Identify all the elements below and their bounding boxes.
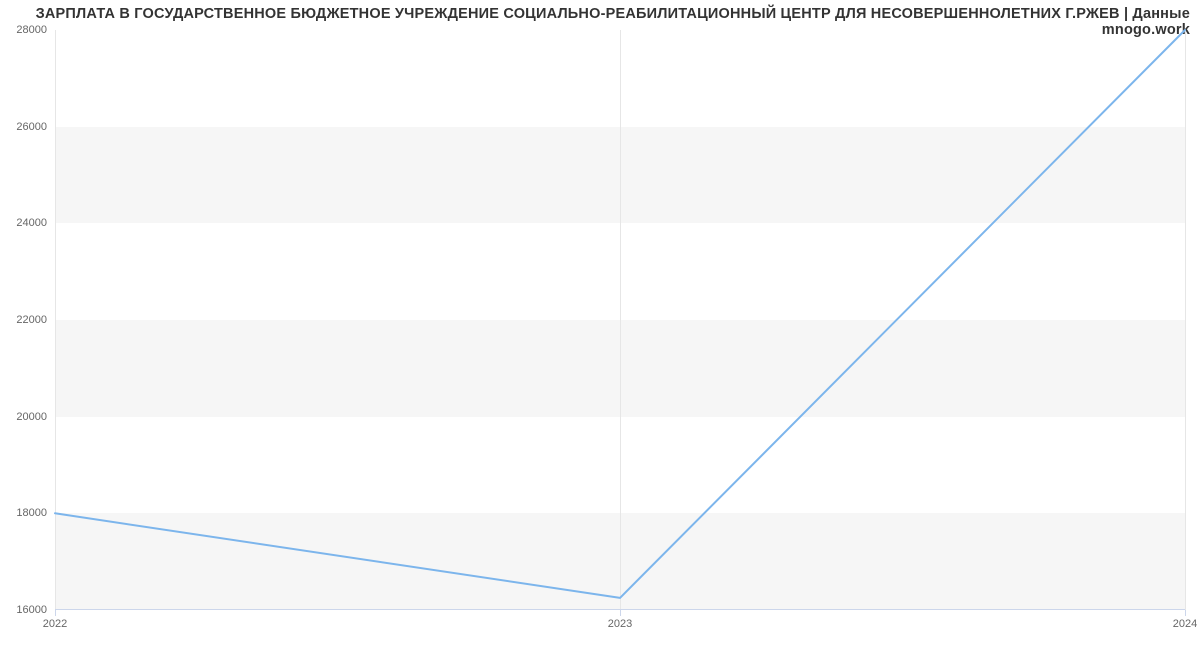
salary-line-chart: ЗАРПЛАТА В ГОСУДАРСТВЕННОЕ БЮДЖЕТНОЕ УЧР…: [0, 0, 1200, 650]
y-tick-label: 18000: [16, 507, 47, 519]
y-tick-label: 22000: [16, 314, 47, 326]
x-gridline: [1185, 30, 1186, 610]
y-tick-label: 20000: [16, 411, 47, 423]
x-tick-label: 2022: [43, 618, 67, 630]
series-path: [55, 30, 1185, 598]
y-tick-label: 24000: [16, 217, 47, 229]
x-axis-line: [55, 609, 1185, 610]
line-series: [55, 30, 1185, 610]
y-tick-label: 26000: [16, 121, 47, 133]
x-tick-mark: [55, 610, 56, 616]
y-tick-label: 28000: [16, 24, 47, 36]
x-tick-label: 2023: [608, 618, 632, 630]
x-tick-label: 2024: [1173, 618, 1197, 630]
x-tick-mark: [1185, 610, 1186, 616]
y-tick-label: 16000: [16, 604, 47, 616]
plot-area: 1600018000200002200024000260002800020222…: [55, 30, 1185, 610]
x-tick-mark: [620, 610, 621, 616]
